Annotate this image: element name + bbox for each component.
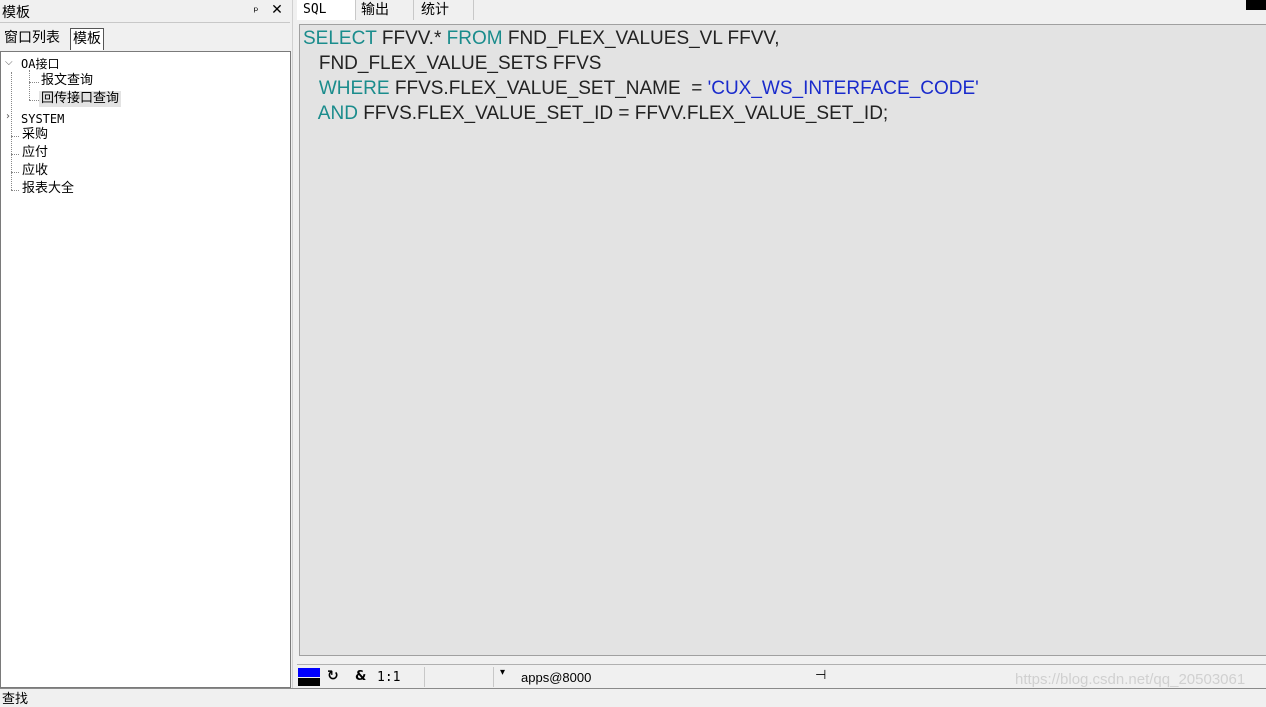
code-line-2: FND_FLEX_VALUE_SETS FFVS xyxy=(303,52,602,76)
tab-sql[interactable]: SQL xyxy=(297,0,356,20)
corner-decoration xyxy=(1246,0,1266,10)
chevron-down-icon[interactable]: ▾ xyxy=(500,667,505,678)
color-indicator[interactable] xyxy=(298,668,320,686)
tree-node-callback-query[interactable]: 回传接口查询 xyxy=(39,91,122,107)
sql-string: 'CUX_WS_INTERFACE_CODE' xyxy=(707,78,979,99)
panel-title: 模板 xyxy=(2,5,30,21)
tree-connector xyxy=(29,82,39,83)
tab-output[interactable]: 输出 xyxy=(355,0,414,20)
tree-connector xyxy=(29,100,39,101)
tree-connector xyxy=(11,136,19,137)
panel-splitter[interactable] xyxy=(292,0,298,688)
template-tree: ⌵ OA接口 报文查询 回传接口查询 › SYSTEM 采购 应付 应收 报表大… xyxy=(0,51,291,688)
tree-node-payable[interactable]: 应付 xyxy=(22,145,48,161)
status-separator xyxy=(424,667,425,687)
expand-right-icon[interactable]: › xyxy=(6,111,10,122)
watermark-text: https://blog.csdn.net/qq_20503061 xyxy=(1015,671,1246,688)
find-bar: 查找 xyxy=(0,688,1266,707)
tab-statistics[interactable]: 统计 xyxy=(415,0,474,20)
tab-window-list[interactable]: 窗口列表 xyxy=(2,28,62,48)
tree-connector xyxy=(11,172,19,173)
pin-icon[interactable]: ᵖ xyxy=(250,4,262,18)
substitution-indicator: & xyxy=(355,669,367,684)
code-line-4: AND FFVS.FLEX_VALUE_SET_ID = FFVV.FLEX_V… xyxy=(303,102,888,126)
sql-keyword: FROM xyxy=(446,28,503,49)
refresh-icon[interactable]: ↻ xyxy=(327,668,339,684)
sql-editor[interactable]: SELECT FFVV.* FROM FND_FLEX_VALUES_VL FF… xyxy=(299,24,1266,656)
tree-node-oa[interactable]: OA接口 xyxy=(21,56,59,72)
tree-node-reports[interactable]: 报表大全 xyxy=(22,181,74,197)
tree-node-report-query[interactable]: 报文查询 xyxy=(41,73,93,89)
status-separator xyxy=(493,667,494,687)
close-icon[interactable]: ✕ xyxy=(270,3,284,17)
status-bar: ↻ & 1:1 ▾ apps@8000 ⊣ https://blog.csdn.… xyxy=(297,664,1266,689)
color-swatch-bottom xyxy=(298,678,320,686)
sql-keyword: AND xyxy=(317,103,358,124)
sql-keyword: SELECT xyxy=(303,28,377,49)
sql-text: FFVV.* xyxy=(376,28,447,49)
panel-tabs: 窗口列表 模板 xyxy=(0,26,290,50)
tree-connector xyxy=(11,190,19,191)
editor-tabs: SQL 输出 统计 xyxy=(297,0,1266,22)
expand-down-icon[interactable]: ⌵ xyxy=(5,57,13,68)
sql-indent xyxy=(303,78,319,99)
tree-node-system[interactable]: SYSTEM xyxy=(21,111,64,127)
code-line-3: WHERE FFVS.FLEX_VALUE_SET_NAME = 'CUX_WS… xyxy=(303,77,979,101)
tab-templates[interactable]: 模板 xyxy=(70,28,104,50)
code-line-1: SELECT FFVV.* FROM FND_FLEX_VALUES_VL FF… xyxy=(303,27,780,51)
pin-icon[interactable]: ⊣ xyxy=(815,668,826,683)
tree-connector xyxy=(11,154,19,155)
template-panel: 模板 ᵖ ✕ 窗口列表 模板 ⌵ OA接口 报文查询 回传接口查询 › SYST… xyxy=(0,0,292,688)
sql-text: FND_FLEX_VALUE_SETS FFVS xyxy=(303,53,602,74)
sql-text: FND_FLEX_VALUES_VL FFVV, xyxy=(502,28,780,49)
tree-node-receivable[interactable]: 应收 xyxy=(22,163,48,179)
tree-node-purchase[interactable]: 采购 xyxy=(22,127,48,143)
sql-indent xyxy=(303,103,318,124)
tree-connector xyxy=(29,70,30,100)
cursor-position: 1:1 xyxy=(377,670,401,685)
find-label[interactable]: 查找 xyxy=(2,693,28,707)
panel-title-bar: 模板 ᵖ ✕ xyxy=(0,0,290,23)
sql-keyword: WHERE xyxy=(318,78,390,99)
connection-label[interactable]: apps@8000 xyxy=(521,670,591,685)
color-swatch-top xyxy=(298,668,320,677)
sql-text: FFVS.FLEX_VALUE_SET_NAME = xyxy=(389,78,708,99)
sql-text: FFVS.FLEX_VALUE_SET_ID = FFVV.FLEX_VALUE… xyxy=(357,103,889,124)
